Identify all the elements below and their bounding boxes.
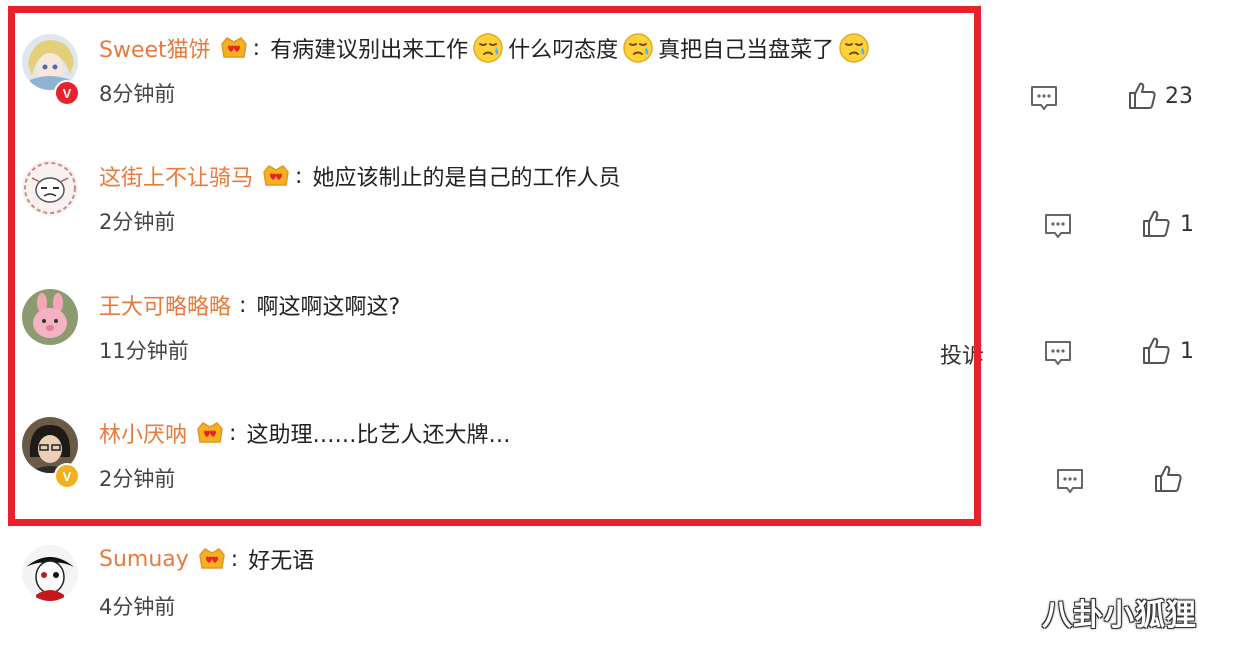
comment-text: 真把自己当盘菜了 — [658, 38, 835, 63]
comment-item: 王大可略略略 : 啊这啊这啊这? 11分钟前 1 — [0, 285, 1238, 405]
username-link[interactable]: Sweet猫饼 — [99, 32, 211, 64]
comment-icon[interactable] — [1042, 210, 1074, 242]
vip-crown-icon — [195, 420, 225, 446]
comment-time: 8分钟前 — [99, 82, 176, 106]
verified-badge: V — [54, 463, 80, 489]
comment-item: V Sweet猫饼 : 有病建议别出来工作 什么叼态度 真把自己当盘菜了 8分钟… — [0, 28, 1238, 148]
avatar-mask-figure-icon — [22, 545, 78, 601]
comment-icon[interactable] — [1028, 82, 1060, 114]
comment-time: 11分钟前 — [99, 339, 189, 363]
comment-content: 林小厌呐 : 这助理……比艺人还大牌… — [99, 417, 511, 449]
sad-sweat-emoji-icon — [622, 32, 654, 64]
avatar-pink-rabbit-icon — [22, 289, 78, 345]
thumbs-up-icon[interactable] — [1140, 208, 1172, 240]
comment-text: 她应该制止的是自己的工作人员 — [312, 166, 621, 191]
sad-sweat-emoji-icon — [472, 32, 504, 64]
vip-crown-icon — [219, 35, 249, 61]
comment-text: 啊这啊这啊这? — [256, 295, 401, 320]
vip-crown-icon — [261, 163, 291, 189]
comment-icon[interactable] — [1054, 465, 1086, 497]
colon-separator: : — [252, 35, 261, 61]
colon-separator: : — [230, 546, 239, 572]
comment-time: 4分钟前 — [99, 595, 176, 619]
thumbs-up-icon[interactable] — [1140, 335, 1172, 367]
thumbs-up-icon[interactable] — [1126, 80, 1158, 112]
comment-icon[interactable] — [1042, 337, 1074, 369]
colon-separator: : — [239, 292, 247, 318]
comment-item: 这街上不让骑马 : 她应该制止的是自己的工作人员 2分钟前 1 — [0, 156, 1238, 276]
comment-item: V 林小厌呐 : 这助理……比艺人还大牌… 2分钟前 — [0, 413, 1238, 533]
comment-content: Sumuay : 好无语 — [99, 544, 315, 575]
colon-separator: : — [229, 420, 237, 446]
avatar[interactable] — [22, 289, 78, 345]
watermark-text: 八卦小狐狸 — [1042, 598, 1197, 633]
comment-content: 这街上不让骑马 : 她应该制止的是自己的工作人员 — [99, 160, 621, 192]
comment-text: 好无语 — [248, 549, 315, 574]
like-count: 23 — [1165, 84, 1193, 109]
like-count: 1 — [1180, 339, 1194, 364]
like-count: 1 — [1180, 212, 1194, 237]
avatar-sketch-face-icon — [22, 160, 78, 216]
username-link[interactable]: 王大可略略略 — [99, 289, 231, 321]
thumbs-up-icon[interactable] — [1152, 463, 1184, 495]
sad-sweat-emoji-icon — [838, 32, 870, 64]
avatar[interactable] — [22, 160, 78, 216]
comment-text: 这助理……比艺人还大牌… — [246, 423, 511, 448]
vip-crown-icon — [197, 546, 227, 572]
comment-content: Sweet猫饼 : 有病建议别出来工作 什么叼态度 真把自己当盘菜了 — [99, 33, 874, 63]
comment-content: 王大可略略略 : 啊这啊这啊这? — [99, 289, 401, 321]
comment-text: 有病建议别出来工作 — [270, 38, 469, 63]
comment-text: 什么叼态度 — [508, 38, 619, 63]
colon-separator: : — [295, 163, 303, 189]
avatar[interactable] — [22, 545, 78, 601]
report-button[interactable]: 投诉 — [940, 338, 984, 370]
username-link[interactable]: Sumuay — [99, 547, 189, 572]
comment-time: 2分钟前 — [99, 467, 176, 491]
username-link[interactable]: 这街上不让骑马 — [99, 160, 253, 192]
comment-time: 2分钟前 — [99, 210, 176, 234]
username-link[interactable]: 林小厌呐 — [99, 417, 187, 449]
verified-badge: V — [54, 80, 80, 106]
